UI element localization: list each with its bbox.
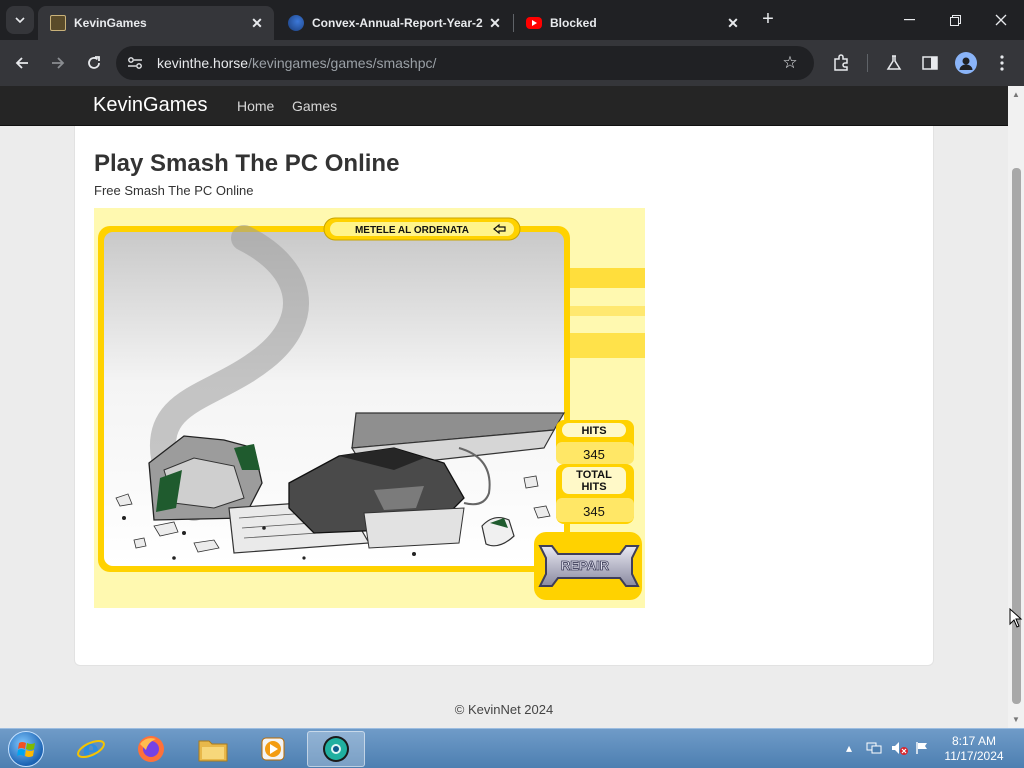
svg-text:e: e [83, 735, 100, 764]
extensions-puzzle-icon[interactable] [828, 50, 854, 76]
tab-strip: KevinGames ✕ Convex-Annual-Report-Year-2… [0, 0, 1024, 40]
page-viewport: KevinGames Home Games Play Smash The PC … [0, 86, 1008, 728]
kevingames-favicon-icon [50, 15, 66, 31]
media-player-icon[interactable] [244, 731, 302, 767]
page-scrollbar[interactable]: ▲ ▼ [1008, 86, 1024, 728]
content-card: Play Smash The PC Online Free Smash The … [74, 126, 934, 666]
smash-pc-game-canvas[interactable]: METELE AL ORDENATA HITS 345 TOTAL HITS 3… [94, 208, 645, 608]
new-tab-plus-icon[interactable]: + [758, 8, 778, 30]
start-button-windows-icon[interactable] [8, 731, 44, 767]
total-hits-label-bottom: HITS [581, 481, 606, 493]
forward-arrow-icon[interactable] [45, 50, 71, 76]
restore-icon[interactable] [932, 6, 978, 34]
chevron-down-icon [15, 17, 25, 23]
total-hits-label-top: TOTAL [576, 469, 612, 481]
game-banner-text: METELE AL ORDENATA [355, 225, 469, 236]
scroll-up-icon[interactable]: ▲ [1011, 89, 1021, 99]
repair-button[interactable]: REPAIR [534, 532, 642, 600]
site-info-icon[interactable] [126, 54, 144, 72]
back-arrow-icon[interactable] [9, 50, 35, 76]
address-bar[interactable]: kevinthe.horse/kevingames/games/smashpc/… [116, 46, 814, 80]
hits-value: 345 [583, 447, 605, 462]
hits-label: HITS [581, 425, 606, 437]
repair-label: REPAIR [561, 558, 610, 573]
nav-games-link[interactable]: Games [292, 98, 337, 114]
site-navbar: KevinGames Home Games [0, 86, 1008, 126]
tab-kevingames[interactable]: KevinGames ✕ [38, 6, 274, 40]
windows-taskbar: e ▴ 8:17 AM 11/17/2024 [0, 728, 1024, 768]
site-brand-link[interactable]: KevinGames [93, 94, 208, 117]
file-explorer-icon[interactable] [184, 731, 242, 767]
clock-date: 11/17/2024 [944, 749, 1004, 763]
url-host: kevinthe.horse [157, 55, 249, 71]
tab-title: Blocked [550, 16, 597, 30]
close-tab-icon[interactable]: ✕ [248, 14, 266, 32]
tab-search-button[interactable] [6, 6, 34, 34]
minimize-icon[interactable] [886, 6, 932, 34]
tab-title: KevinGames [74, 16, 147, 30]
total-hits-value: 345 [583, 504, 605, 519]
site-footer: © KevinNet 2024 [454, 702, 554, 717]
network-icon[interactable] [866, 741, 882, 758]
window-close-icon[interactable] [978, 6, 1024, 34]
profile-avatar-icon[interactable] [955, 52, 977, 74]
toolbar-divider [867, 54, 868, 72]
convex-favicon-icon [288, 15, 304, 31]
side-panel-icon[interactable] [917, 50, 943, 76]
bookmark-star-icon[interactable]: ☆ [780, 53, 800, 73]
mouse-cursor-icon [1009, 608, 1023, 628]
tab-title: Convex-Annual-Report-Year-2 [312, 16, 483, 30]
volume-muted-icon[interactable] [891, 741, 909, 758]
url-text[interactable]: kevinthe.horse/kevingames/games/smashpc/ [157, 55, 436, 71]
youtube-favicon-icon [526, 17, 542, 29]
kebab-menu-icon[interactable] [989, 50, 1015, 76]
internet-explorer-icon[interactable]: e [62, 731, 120, 767]
page-subtitle: Free Smash The PC Online [94, 183, 254, 198]
close-tab-icon[interactable]: ✕ [486, 14, 504, 32]
tab-blocked[interactable]: Blocked ✕ [514, 6, 750, 40]
url-path: /kevingames/games/smashpc/ [248, 55, 437, 71]
reload-icon[interactable] [81, 50, 107, 76]
chrome-icon[interactable] [307, 731, 365, 767]
browser-toolbar: kevinthe.horse/kevingames/games/smashpc/… [0, 40, 1024, 86]
system-clock[interactable]: 8:17 AM 11/17/2024 [938, 734, 1010, 764]
close-tab-icon[interactable]: ✕ [724, 14, 742, 32]
labs-flask-icon[interactable] [881, 50, 907, 76]
page-title: Play Smash The PC Online [94, 150, 400, 177]
firefox-icon[interactable] [122, 731, 180, 767]
nav-home-link[interactable]: Home [237, 98, 274, 114]
action-center-flag-icon[interactable] [915, 741, 929, 758]
show-hidden-icons-arrow-icon[interactable]: ▴ [846, 741, 852, 755]
tab-convex-report[interactable]: Convex-Annual-Report-Year-2 ✕ [276, 6, 512, 40]
clock-time: 8:17 AM [951, 734, 997, 748]
scroll-down-icon[interactable]: ▼ [1011, 714, 1021, 724]
